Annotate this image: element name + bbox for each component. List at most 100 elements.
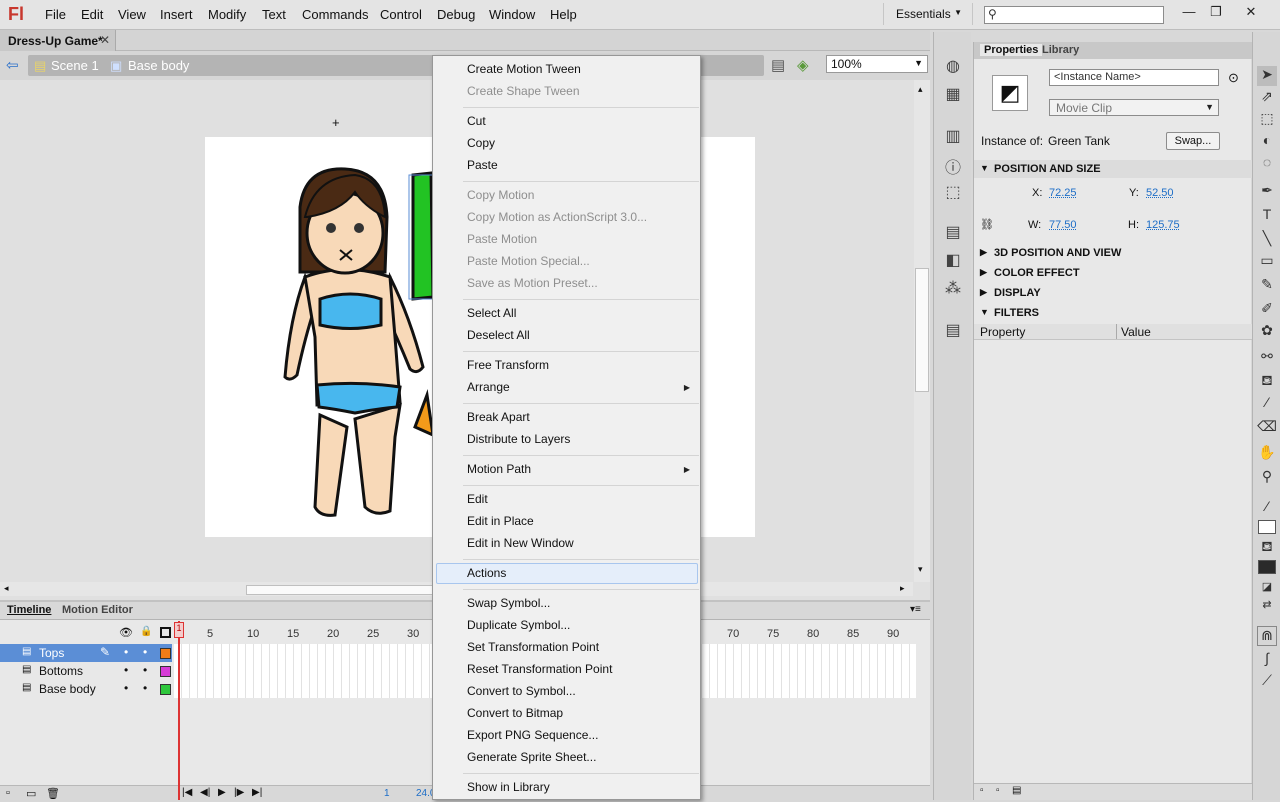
- section-position-size[interactable]: ▼ POSITION AND SIZE: [974, 160, 1252, 178]
- section-filters[interactable]: ▼ FILTERS: [974, 304, 1252, 322]
- menu-edit[interactable]: Edit: [81, 7, 103, 22]
- subselection-tool-icon[interactable]: ⇗: [1257, 88, 1277, 108]
- new-folder-icon[interactable]: ▭: [26, 787, 36, 800]
- new-layer-icon[interactable]: ▫: [6, 787, 10, 799]
- workspace-switcher[interactable]: Essentials ▼: [883, 3, 973, 25]
- paint-bucket-tool-icon[interactable]: ⛾: [1257, 372, 1277, 392]
- context-menu-item[interactable]: Convert to Bitmap: [467, 706, 563, 720]
- stroke-color-icon[interactable]: ⁄: [1257, 498, 1277, 518]
- tab-library[interactable]: Library: [1042, 44, 1079, 56]
- context-menu-item[interactable]: Export PNG Sequence...: [467, 728, 598, 742]
- selection-tool-icon[interactable]: ➤: [1257, 66, 1277, 86]
- visibility-dot[interactable]: •: [124, 681, 128, 695]
- context-menu-item[interactable]: Paste: [467, 158, 498, 172]
- link-constrain-icon[interactable]: ⛓: [980, 218, 994, 231]
- layer-outline-color[interactable]: [160, 666, 171, 677]
- context-menu-item[interactable]: Edit in New Window: [467, 536, 574, 550]
- context-menu-item[interactable]: Edit: [467, 492, 488, 506]
- play-icon[interactable]: ▶: [218, 787, 226, 798]
- playhead-frame-number[interactable]: 1: [174, 622, 184, 638]
- panel-menu-icon[interactable]: ▾≡: [910, 604, 921, 615]
- pen-tool-icon[interactable]: ✒: [1257, 182, 1277, 202]
- playhead[interactable]: [178, 621, 180, 800]
- context-menu-item[interactable]: Select All: [467, 306, 516, 320]
- layer-outline-color[interactable]: [160, 648, 171, 659]
- close-icon[interactable]: ✕: [100, 33, 110, 47]
- orange-skirt[interactable]: [413, 389, 435, 438]
- align-icon[interactable]: ▥: [943, 126, 963, 146]
- tab-motion-editor[interactable]: Motion Editor: [62, 604, 133, 616]
- tab-properties[interactable]: Properties: [980, 44, 1043, 56]
- pencil-tool-icon[interactable]: ✎: [1257, 276, 1277, 296]
- menu-window[interactable]: Window: [489, 7, 535, 22]
- eyedropper-tool-icon[interactable]: ⁄: [1257, 394, 1277, 414]
- y-value[interactable]: 52.50: [1146, 187, 1174, 199]
- context-menu-item[interactable]: Free Transform: [467, 358, 549, 372]
- snap-to-objects-icon[interactable]: ⋒: [1257, 626, 1277, 646]
- scroll-right-icon[interactable]: ▸: [900, 583, 905, 594]
- menu-debug[interactable]: Debug: [437, 7, 475, 22]
- outline-icon[interactable]: [160, 627, 171, 638]
- green-tank-top[interactable]: [411, 171, 435, 301]
- smooth-icon[interactable]: ∫: [1257, 650, 1277, 670]
- symbol-type-select[interactable]: Movie Clip ▼: [1049, 99, 1219, 116]
- 3d-rotation-tool-icon[interactable]: ◐: [1257, 132, 1277, 152]
- visibility-dot[interactable]: •: [124, 645, 128, 659]
- menu-modify[interactable]: Modify: [208, 7, 246, 22]
- edit-symbols-icon[interactable]: ◈: [797, 56, 809, 74]
- section-display[interactable]: ▶ DISPLAY: [974, 284, 1252, 302]
- delete-layer-icon[interactable]: 🗑: [46, 787, 60, 800]
- x-value[interactable]: 72.25: [1049, 187, 1077, 199]
- minimize-button[interactable]: —: [1176, 2, 1202, 22]
- help-search-input[interactable]: ⚲: [984, 6, 1164, 24]
- color-panel-icon[interactable]: ◍: [943, 56, 963, 76]
- eraser-tool-icon[interactable]: ⌫: [1257, 418, 1277, 438]
- context-menu-item[interactable]: Set Transformation Point: [467, 640, 599, 654]
- context-menu-item[interactable]: Cut: [467, 114, 486, 128]
- context-menu-item[interactable]: Convert to Symbol...: [467, 684, 576, 698]
- current-frame[interactable]: 1: [384, 788, 390, 799]
- line-tool-icon[interactable]: ╲: [1257, 230, 1277, 250]
- context-menu-item[interactable]: Deselect All: [467, 328, 530, 342]
- context-menu-item[interactable]: Actions: [467, 566, 506, 580]
- clipboard-icon[interactable]: ▤: [1012, 785, 1021, 796]
- layer-row-bottoms[interactable]: ▤ Bottoms • •: [0, 662, 172, 680]
- fill-color-icon[interactable]: ⛾: [1257, 538, 1277, 558]
- instance-name-input[interactable]: <Instance Name>: [1049, 69, 1219, 86]
- swatches-icon[interactable]: ▦: [943, 84, 963, 104]
- go-to-first-frame-icon[interactable]: |◀: [182, 787, 192, 798]
- restore-button[interactable]: ❐: [1203, 2, 1229, 22]
- menu-text[interactable]: Text: [262, 7, 286, 22]
- breadcrumb-scene[interactable]: Scene 1: [51, 58, 99, 73]
- menu-file[interactable]: File: [45, 7, 66, 22]
- section-color-effect[interactable]: ▶ COLOR EFFECT: [974, 264, 1252, 282]
- free-transform-tool-icon[interactable]: ⬚: [1257, 110, 1277, 130]
- context-menu-item[interactable]: Edit in Place: [467, 514, 534, 528]
- motion-presets-icon[interactable]: ⁂: [943, 278, 963, 298]
- menu-insert[interactable]: Insert: [160, 7, 193, 22]
- scroll-left-icon[interactable]: ◂: [4, 583, 9, 594]
- context-menu-item[interactable]: Reset Transformation Point: [467, 662, 612, 676]
- h-value[interactable]: 125.75: [1146, 219, 1180, 231]
- close-window-button[interactable]: ✕: [1238, 2, 1264, 22]
- context-menu-item[interactable]: Copy: [467, 136, 495, 150]
- visibility-dot[interactable]: •: [124, 663, 128, 677]
- document-tab[interactable]: Dress-Up Game* ✕: [0, 30, 116, 51]
- lock-dot[interactable]: •: [143, 645, 147, 659]
- presets-icon[interactable]: ▫: [996, 785, 1000, 796]
- components-icon[interactable]: ◧: [943, 250, 963, 270]
- vertical-scroll-thumb[interactable]: [915, 268, 929, 392]
- add-filter-icon[interactable]: ▫: [980, 785, 984, 796]
- horizontal-scroll-thumb[interactable]: [246, 585, 434, 595]
- context-menu-item[interactable]: Create Motion Tween: [467, 62, 581, 76]
- scroll-down-icon[interactable]: ▾: [918, 564, 923, 575]
- step-back-icon[interactable]: ◀|: [200, 787, 210, 798]
- stroke-color-swatch[interactable]: [1258, 520, 1276, 534]
- rectangle-tool-icon[interactable]: ▭: [1257, 252, 1277, 272]
- info-icon[interactable]: ⓘ: [943, 154, 963, 177]
- deco-tool-icon[interactable]: ✿: [1257, 322, 1277, 342]
- eye-icon[interactable]: 👁: [119, 626, 133, 639]
- hand-tool-icon[interactable]: ✋: [1257, 444, 1277, 464]
- edit-scene-icon[interactable]: ▤: [771, 56, 785, 74]
- menu-help[interactable]: Help: [550, 7, 577, 22]
